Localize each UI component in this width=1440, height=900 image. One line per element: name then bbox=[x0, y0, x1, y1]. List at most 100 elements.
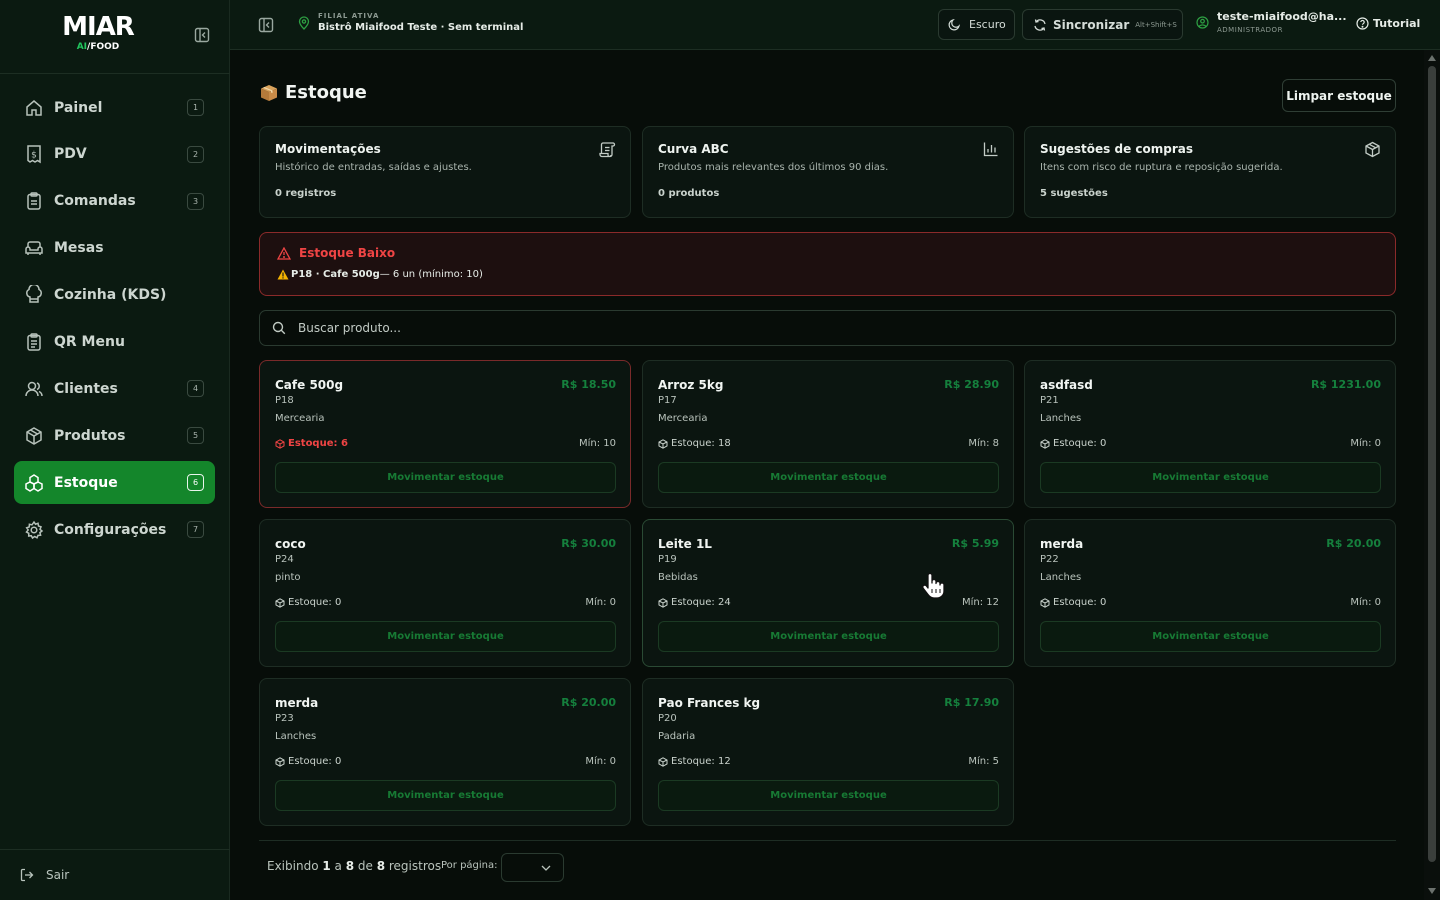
package-icon bbox=[1364, 141, 1381, 158]
product-name: merda bbox=[1040, 537, 1084, 551]
product-code: P20 bbox=[658, 713, 677, 724]
sidebar-item-produtos[interactable]: Produtos 5 bbox=[14, 414, 215, 457]
product-price: R$ 28.90 bbox=[944, 378, 999, 391]
summary-desc: Itens com risco de ruptura e reposição s… bbox=[1040, 162, 1283, 173]
shortcut-badge: 6 bbox=[187, 474, 204, 492]
sidebar-nav: Painel 1 $ PDV 2 Comandas 3 Mesas Cozinh… bbox=[14, 86, 215, 555]
package-icon bbox=[1040, 438, 1050, 449]
product-card: coco R$ 30.00 P24 pinto Estoque: 0 Mín: … bbox=[259, 519, 631, 667]
alert-item-code: P18 · Cafe 500g bbox=[291, 269, 380, 280]
sync-button[interactable]: Sincronizar Alt+Shift+S bbox=[1022, 9, 1183, 40]
scroll-icon bbox=[599, 141, 616, 158]
boxes-icon bbox=[24, 473, 44, 493]
sidebar-item-configuracoes[interactable]: Configurações 7 bbox=[14, 508, 215, 551]
product-stock: Estoque: 0 bbox=[1040, 438, 1106, 449]
sidebar-item-label: PDV bbox=[54, 146, 87, 163]
summary-card-movimentacoes[interactable]: Movimentações Histórico de entradas, saí… bbox=[259, 126, 631, 218]
sync-label: Sincronizar bbox=[1053, 17, 1130, 32]
theme-toggle-button[interactable]: Escuro bbox=[938, 9, 1015, 40]
sidebar-item-qr-menu[interactable]: QR Menu bbox=[14, 320, 215, 363]
product-stock: Estoque: 12 bbox=[658, 756, 731, 767]
move-stock-button[interactable]: Movimentar estoque bbox=[658, 621, 999, 652]
product-name: merda bbox=[275, 696, 319, 710]
main-scrollbar[interactable] bbox=[1424, 50, 1440, 900]
product-min: Mín: 5 bbox=[968, 756, 999, 767]
sidebar-item-label: Painel bbox=[54, 99, 103, 116]
sidebar-item-clientes[interactable]: Clientes 4 bbox=[14, 367, 215, 410]
scroll-thumb[interactable] bbox=[1428, 66, 1436, 862]
main-content: Estoque Limpar estoque Movimentações His… bbox=[230, 50, 1424, 900]
help-circle-icon bbox=[1356, 17, 1369, 30]
per-page-select[interactable] bbox=[501, 853, 564, 882]
move-stock-button[interactable]: Movimentar estoque bbox=[658, 462, 999, 493]
product-card: merda R$ 20.00 P23 Lanches Estoque: 0 Mí… bbox=[259, 678, 631, 826]
product-name: Cafe 500g bbox=[275, 378, 344, 392]
sofa-icon bbox=[24, 238, 44, 258]
branch-label: FILIAL ATIVA bbox=[318, 12, 380, 20]
move-stock-button[interactable]: Movimentar estoque bbox=[275, 780, 616, 811]
summary-title: Movimentações bbox=[275, 142, 381, 156]
sidebar-item-estoque[interactable]: Estoque 6 bbox=[14, 461, 215, 505]
tutorial-button[interactable]: Tutorial bbox=[1356, 17, 1420, 30]
product-name: asdfasd bbox=[1040, 378, 1093, 392]
sidebar-item-pdv[interactable]: $ PDV 2 bbox=[14, 133, 215, 176]
product-stock: Estoque: 0 bbox=[275, 597, 341, 608]
scroll-up-icon[interactable] bbox=[1428, 55, 1436, 61]
product-name: Arroz 5kg bbox=[658, 378, 724, 392]
product-price: R$ 20.00 bbox=[561, 696, 616, 709]
map-pin-icon bbox=[298, 15, 310, 30]
move-stock-button[interactable]: Movimentar estoque bbox=[658, 780, 999, 811]
sidebar-item-mesas[interactable]: Mesas bbox=[14, 227, 215, 270]
package-icon bbox=[275, 438, 285, 449]
move-stock-button[interactable]: Movimentar estoque bbox=[1040, 621, 1381, 652]
refresh-icon bbox=[1034, 18, 1046, 31]
product-price: R$ 17.90 bbox=[944, 696, 999, 709]
sidebar-item-cozinha[interactable]: Cozinha (KDS) bbox=[14, 274, 215, 317]
move-stock-button[interactable]: Movimentar estoque bbox=[1040, 462, 1381, 493]
sidebar-item-painel[interactable]: Painel 1 bbox=[14, 86, 215, 129]
move-stock-button[interactable]: Movimentar estoque bbox=[275, 462, 616, 493]
move-stock-button[interactable]: Movimentar estoque bbox=[275, 621, 616, 652]
shortcut-badge: 3 bbox=[187, 192, 204, 210]
summary-card-curva-abc[interactable]: Curva ABC Produtos mais relevantes dos ú… bbox=[642, 126, 1014, 218]
product-code: P21 bbox=[1040, 395, 1059, 406]
product-card: merda R$ 20.00 P22 Lanches Estoque: 0 Mí… bbox=[1024, 519, 1396, 667]
summary-card-sugestoes[interactable]: Sugestões de compras Itens com risco de … bbox=[1024, 126, 1396, 218]
scroll-down-icon[interactable] bbox=[1428, 888, 1436, 894]
user-email: teste-miaifood@ha... bbox=[1217, 10, 1347, 23]
clipboard-list-icon bbox=[24, 332, 44, 352]
package-icon bbox=[1040, 597, 1050, 608]
logo[interactable]: MIAR AI/FOOD bbox=[60, 12, 136, 53]
users-icon bbox=[24, 379, 44, 399]
sidebar-item-label: Estoque bbox=[54, 474, 118, 491]
search-input[interactable] bbox=[298, 321, 1198, 335]
product-price: R$ 18.50 bbox=[561, 378, 616, 391]
package-icon bbox=[658, 438, 668, 449]
product-min: Mín: 0 bbox=[585, 756, 616, 767]
alert-title: Estoque Baixo bbox=[277, 246, 1378, 260]
product-card: Arroz 5kg R$ 28.90 P17 Mercearia Estoque… bbox=[642, 360, 1014, 508]
product-card: asdfasd R$ 1231.00 P21 Lanches Estoque: … bbox=[1024, 360, 1396, 508]
search-bar[interactable] bbox=[259, 310, 1396, 346]
clear-stock-button[interactable]: Limpar estoque bbox=[1282, 79, 1396, 112]
product-code: P17 bbox=[658, 395, 677, 406]
panel-toggle-icon[interactable] bbox=[258, 17, 274, 33]
user-menu[interactable]: teste-miaifood@ha... ADMINISTRADOR bbox=[1196, 10, 1347, 34]
warning-emoji-icon bbox=[277, 269, 289, 280]
shortcut-badge: 1 bbox=[187, 99, 204, 116]
sidebar-item-label: Cozinha (KDS) bbox=[54, 287, 167, 304]
product-code: P19 bbox=[658, 554, 677, 565]
active-branch[interactable]: FILIAL ATIVA Bistrô Miaifood Teste · Sem… bbox=[298, 12, 523, 33]
moon-icon bbox=[948, 18, 961, 31]
package-icon bbox=[658, 756, 668, 767]
product-stock: Estoque: 6 bbox=[275, 438, 348, 449]
product-code: P18 bbox=[275, 395, 294, 406]
product-code: P24 bbox=[275, 554, 294, 565]
product-stock: Estoque: 0 bbox=[275, 756, 341, 767]
sidebar-item-comandas[interactable]: Comandas 3 bbox=[14, 180, 215, 223]
sync-shortcut: Alt+Shift+S bbox=[1135, 20, 1177, 29]
product-code: P22 bbox=[1040, 554, 1059, 565]
logout-button[interactable]: Sair bbox=[0, 849, 230, 900]
sidebar-collapse-icon[interactable] bbox=[194, 27, 210, 43]
shortcut-badge: 7 bbox=[187, 521, 204, 539]
